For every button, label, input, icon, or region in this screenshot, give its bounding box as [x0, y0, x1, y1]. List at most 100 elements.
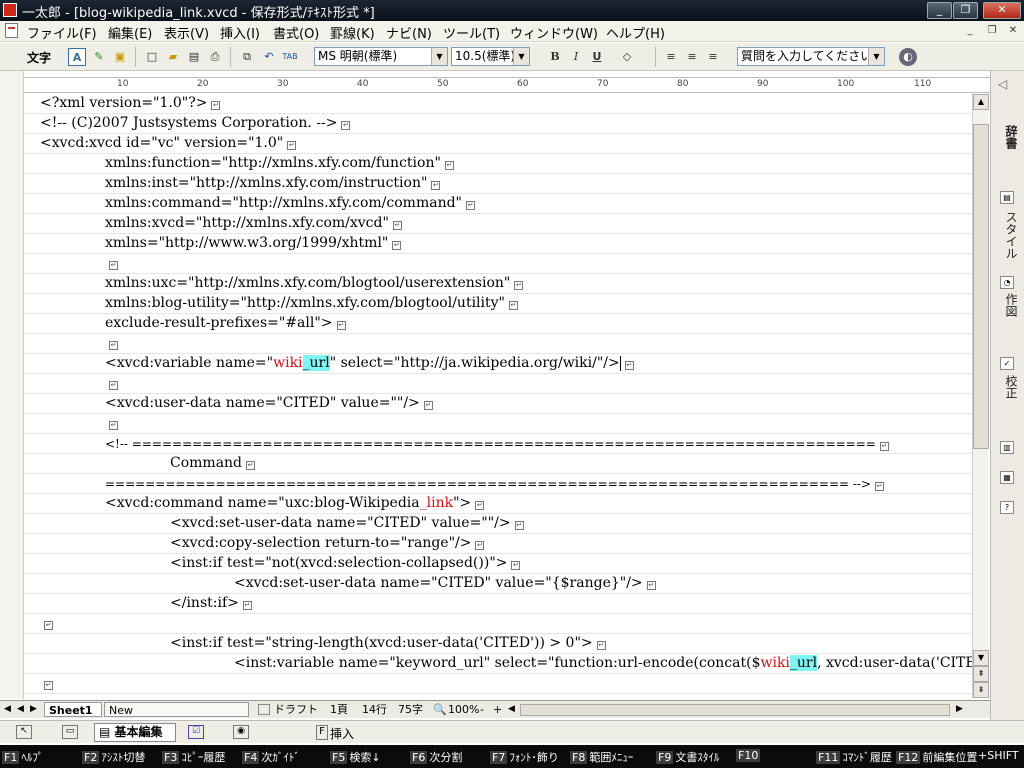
- tab-drawing[interactable]: 作図: [998, 293, 1018, 317]
- scroll-up-button[interactable]: ▲: [973, 94, 989, 110]
- tab-dictionary[interactable]: 辞書: [998, 125, 1018, 149]
- tab-proofread[interactable]: 校正: [998, 375, 1018, 399]
- close-button[interactable]: ✕: [983, 2, 1021, 19]
- restore-button[interactable]: ❐: [953, 2, 978, 19]
- fkey-f4[interactable]: F4 次ｶﾞｲﾄﾞ: [242, 749, 300, 764]
- fkey-f1[interactable]: F1 ﾍﾙﾌﾟ: [2, 749, 43, 764]
- align-center-icon[interactable]: ≡: [683, 48, 701, 66]
- new-sheet-tab[interactable]: New: [104, 702, 249, 717]
- scroll-down-button[interactable]: ▼: [973, 650, 989, 666]
- copy-icon[interactable]: ⧉: [238, 48, 256, 66]
- horizontal-ruler[interactable]: 10 20 30 40 50 60 70 80 90 100 110: [24, 77, 990, 93]
- align-right-icon[interactable]: ≡: [704, 48, 722, 66]
- fkey-f9[interactable]: F9 文書ｽﾀｲﾙ: [656, 749, 719, 764]
- menu-insert[interactable]: 挿入(I): [220, 23, 260, 42]
- vertical-scrollbar[interactable]: ▲ ▼ ⇞ ⇟: [972, 94, 989, 698]
- fkey-f11[interactable]: F11 ｺﾏﾝﾄﾞ履歴: [816, 749, 892, 764]
- menu-navi[interactable]: ナビ(N): [386, 23, 432, 42]
- menu-help[interactable]: ヘルプ(H): [606, 23, 665, 42]
- text-color-icon[interactable]: A: [68, 48, 86, 66]
- menu-file[interactable]: ファイル(F): [27, 23, 97, 42]
- return-mark-icon: ↵: [475, 541, 485, 550]
- mdi-minimize-button[interactable]: _: [962, 24, 978, 38]
- return-mark-icon: ↵: [431, 181, 441, 190]
- panel-collapse-icon[interactable]: ◁: [998, 77, 1007, 91]
- drawing-icon[interactable]: ◔: [1000, 276, 1014, 289]
- document-area[interactable]: <?xml version="1.0"?> ↵ <!-- (C)2007 Just…: [24, 94, 972, 698]
- mdi-close-button[interactable]: ✕: [1005, 24, 1021, 38]
- marker-icon[interactable]: ▣: [111, 48, 129, 66]
- scroll-right-button[interactable]: ▶: [956, 702, 963, 717]
- prev-sheet-icon[interactable]: ◀: [17, 702, 24, 717]
- menu-edit[interactable]: 編集(E): [108, 23, 152, 42]
- panel-tool1-icon[interactable]: ▥: [1000, 441, 1014, 454]
- return-mark-icon: ↵: [109, 261, 118, 270]
- return-mark-icon: ↵: [514, 521, 524, 530]
- fkey-f7[interactable]: F7 ﾌｫﾝﾄ･飾り: [490, 749, 559, 764]
- code-line: <xvcd:set-user-data name="CITED" value="…: [170, 515, 524, 531]
- code-line: <?xml version="1.0"?> ↵: [40, 95, 221, 111]
- scroll-left-button[interactable]: ◀: [508, 702, 515, 717]
- new-document-icon[interactable]: □: [143, 48, 161, 66]
- document-icon[interactable]: [5, 23, 18, 38]
- basic-edit-tab[interactable]: ▤ 基本編集: [94, 723, 176, 742]
- font-size-select[interactable]: 10.5(標準) ▼: [451, 47, 530, 66]
- fkey-f3[interactable]: F3 ｺﾋﾟｰ履歴: [162, 749, 225, 764]
- print-icon[interactable]: ⎙: [206, 48, 224, 66]
- fkey-f10[interactable]: F10: [736, 749, 762, 764]
- fkey-f6[interactable]: F6 次分割: [410, 749, 462, 764]
- question-input[interactable]: 質問を入力してください ▼: [737, 47, 885, 66]
- check-icon[interactable]: ☑: [188, 725, 204, 739]
- next-sheet-icon[interactable]: ▶: [30, 702, 37, 717]
- highlight-icon[interactable]: ◇: [618, 48, 636, 66]
- fkey-f8[interactable]: F8 範囲ﾒﾆｭｰ: [570, 749, 633, 764]
- sheet-tab[interactable]: Sheet1: [44, 702, 102, 717]
- fkey-f12[interactable]: F12 前編集位置: [896, 749, 977, 764]
- menu-format[interactable]: 書式(O): [273, 23, 319, 42]
- pointer-icon[interactable]: ↖: [16, 725, 32, 739]
- assist-icon[interactable]: ◐: [899, 48, 917, 66]
- code-line: Command ↵: [170, 455, 256, 471]
- preview-icon[interactable]: ◉: [233, 725, 249, 739]
- fkey-f2[interactable]: F2 ｱｼｽﾄ切替: [82, 749, 145, 764]
- page-down-button[interactable]: ⇟: [973, 682, 989, 698]
- pen-icon[interactable]: ✎: [90, 48, 108, 66]
- minimize-button[interactable]: _: [927, 2, 952, 19]
- basic-edit-icon: ▤: [99, 725, 111, 739]
- panel-tool2-icon[interactable]: ▦: [1000, 471, 1014, 484]
- italic-button[interactable]: I: [567, 48, 585, 66]
- zoom-in-button[interactable]: +: [493, 702, 502, 717]
- horizontal-scroll-thumb[interactable]: [520, 704, 950, 716]
- scroll-thumb[interactable]: [973, 124, 989, 449]
- panel-help-icon[interactable]: ?: [1000, 501, 1014, 514]
- font-name-select[interactable]: MS 明朝(標準) ▼: [314, 47, 448, 66]
- code-line: xmlns:xvcd="http://xmlns.xfy.com/xvcd" ↵: [105, 215, 402, 231]
- outline-icon[interactable]: ▭: [62, 725, 78, 739]
- proofread-icon[interactable]: ✓: [1000, 357, 1014, 370]
- page-up-button[interactable]: ⇞: [973, 666, 989, 682]
- zoom-level[interactable]: 100%: [448, 702, 479, 717]
- open-folder-icon[interactable]: ▰: [164, 48, 182, 66]
- mdi-restore-button[interactable]: ❐: [984, 24, 1000, 38]
- menu-tools[interactable]: ツール(T): [443, 23, 500, 42]
- window-title: 一太郎 - [blog-wikipedia_link.xvcd - 保存形式/ﾃ…: [22, 6, 375, 21]
- undo-icon[interactable]: ↶: [260, 48, 278, 66]
- insert-key-icon: F: [316, 725, 328, 740]
- fkey-f5[interactable]: F5 検索↓: [330, 749, 381, 764]
- bold-button[interactable]: B: [546, 48, 564, 66]
- menu-window[interactable]: ウィンドウ(W): [510, 23, 598, 42]
- menu-view[interactable]: 表示(V): [164, 23, 209, 42]
- insert-mode[interactable]: 挿入: [330, 725, 354, 742]
- save-icon[interactable]: ▤: [185, 48, 203, 66]
- tab-style[interactable]: スタイル: [998, 211, 1018, 259]
- first-sheet-icon[interactable]: ◀: [4, 702, 11, 717]
- style-icon[interactable]: ▤: [1000, 191, 1014, 204]
- tab-icon[interactable]: TAB: [281, 48, 299, 66]
- zoom-out-button[interactable]: -: [480, 702, 484, 717]
- align-left-icon[interactable]: ≡: [662, 48, 680, 66]
- underline-button[interactable]: U: [588, 48, 606, 66]
- menu-rule[interactable]: 罫線(K): [330, 23, 375, 42]
- view-mode[interactable]: ドラフト: [274, 702, 318, 717]
- draft-view-icon[interactable]: [258, 704, 270, 715]
- zoom-icon[interactable]: 🔍: [433, 702, 447, 717]
